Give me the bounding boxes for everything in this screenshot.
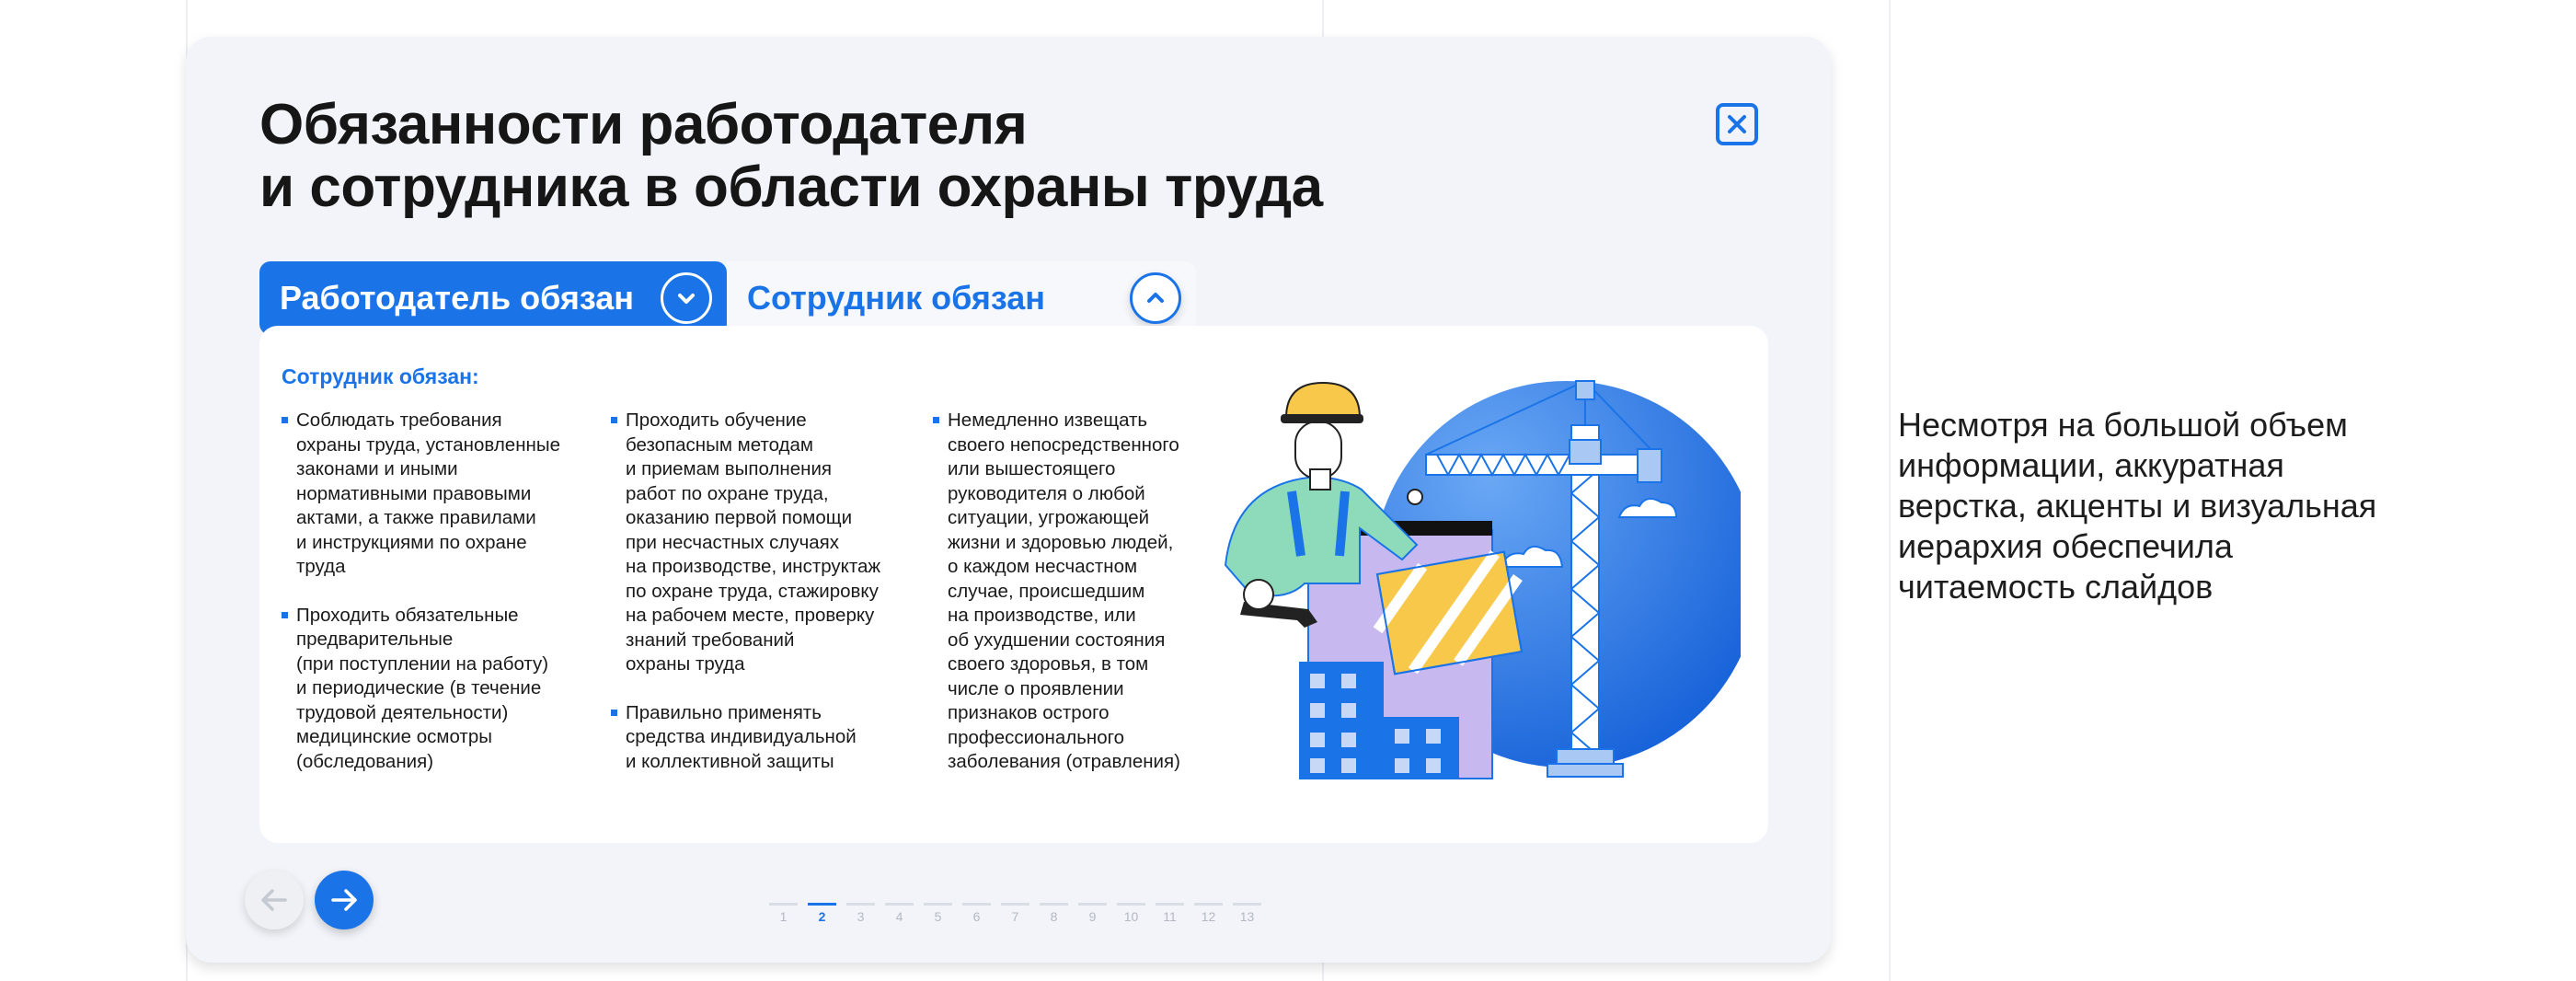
page-indicator[interactable]: 13 [1233,903,1261,924]
page-indicator[interactable]: 5 [924,903,952,924]
page-indicator[interactable]: 8 [1040,903,1068,924]
guide-line-right [1889,0,1891,981]
tab-employee[interactable]: Сотрудник обязан [727,261,1196,335]
page-indicator[interactable]: 12 [1194,903,1223,924]
page-indicator[interactable]: 9 [1078,903,1107,924]
page-indicator-bar [846,903,875,906]
slide-card: Обязанности работодателя и сотрудника в … [186,37,1831,963]
page-indicator-bar [769,903,798,906]
title-line-2: и сотрудника в области охраны труда [259,156,1323,219]
page-indicator[interactable]: 11 [1156,903,1184,924]
side-note-line: информации, аккуратная [1898,446,2284,484]
page-indicator[interactable]: 10 [1117,903,1145,924]
chevron-up-icon [1130,272,1181,324]
page-indicator-bar [924,903,952,906]
side-note-line: читаемость слайдов [1898,568,2214,606]
page-indicator[interactable]: 1 [769,903,798,924]
side-note: Несмотря на большой объем информации, ак… [1898,405,2487,607]
page-number: 2 [818,909,826,924]
page-number: 9 [1088,909,1097,924]
page-indicator-bar [1078,903,1107,906]
list-item: Соблюдать требования охраны труда, устан… [282,409,594,580]
side-note-line: верстка, акценты и визуальная [1898,487,2377,525]
close-button[interactable] [1716,103,1758,145]
close-icon [1728,115,1746,133]
page-indicator-bar [885,903,914,906]
page-number: 5 [934,909,942,924]
tab-employee-label: Сотрудник обязан [747,279,1046,317]
page-indicator[interactable]: 7 [1001,903,1029,924]
list-item: Проходить обязательные предварительные (… [282,604,594,775]
page-indicator[interactable]: 3 [846,903,875,924]
next-slide-button[interactable] [315,871,374,929]
panel-heading: Сотрудник обязан: [282,364,479,388]
page-indicator-bar [962,903,991,906]
page-indicator-bar [1233,903,1261,906]
page-number: 8 [1050,909,1058,924]
arrow-right-icon [331,889,357,911]
list-item: Немедленно извещать своего непосредствен… [933,409,1218,775]
list-item: Проходить обучение безопасным методам и … [611,409,924,677]
slide-title: Обязанности работодателя и сотрудника в … [259,94,1323,219]
page-number: 12 [1201,909,1216,924]
content-panel: Сотрудник обязан: Соблюдать требования о… [259,326,1768,843]
page-number: 10 [1123,909,1139,924]
prev-slide-button[interactable] [245,871,304,929]
page-indicator[interactable]: 6 [962,903,991,924]
tab-employer[interactable]: Работодатель обязан [259,261,727,335]
side-note-line: Несмотря на большой объем [1898,406,2348,444]
slide-pagination: 1 2 3 4 5 6 7 8 9 10 11 12 13 [769,903,1261,924]
page-number: 7 [1011,909,1019,924]
page-indicator-bar [1117,903,1145,906]
page-number: 11 [1163,909,1177,924]
page-indicator[interactable]: 2 [808,903,836,924]
page-indicator-bar [1156,903,1184,906]
arrow-left-icon [261,889,287,911]
page-number: 3 [857,909,865,924]
page-indicator-bar [1001,903,1029,906]
page-number: 4 [895,909,903,924]
page-indicator-bar [808,903,836,906]
page-number: 13 [1239,909,1255,924]
list-item: Правильно применять средства индивидуаль… [611,701,924,775]
page-indicator-bar [1194,903,1223,906]
page-indicator[interactable]: 4 [885,903,914,924]
tab-employer-label: Работодатель обязан [280,279,635,317]
page-number: 1 [779,909,788,924]
title-line-1: Обязанности работодателя [259,93,1028,156]
duties-column-2: Проходить обучение безопасным методам и … [611,409,924,798]
chevron-down-icon [661,272,712,324]
duties-column-3: Немедленно извещать своего непосредствен… [933,409,1218,799]
page-indicator-bar [1040,903,1068,906]
side-note-line: иерархия обеспечила [1898,527,2233,565]
page-number: 6 [972,909,981,924]
worker-illustration [1224,379,1741,779]
duties-column-1: Соблюдать требования охраны труда, устан… [282,409,594,798]
